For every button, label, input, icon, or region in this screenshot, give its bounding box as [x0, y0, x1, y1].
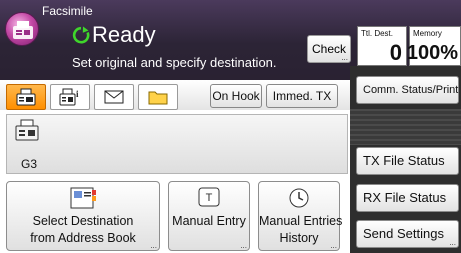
comm-status-print-button[interactable]: Comm. Status/Print [356, 76, 459, 104]
status-text: Ready [92, 22, 156, 47]
line-type-label: G3 [21, 157, 38, 171]
instruction-text: Set original and specify destination. [72, 55, 277, 70]
rx-file-status-label: RX File Status [363, 190, 447, 205]
svg-text:i: i [76, 89, 79, 99]
rx-file-status-button[interactable]: RX File Status [356, 184, 459, 212]
tx-file-status-button[interactable]: TX File Status [356, 147, 459, 175]
on-hook-button[interactable]: On Hook [210, 84, 262, 108]
more-dots-icon: ... [330, 241, 337, 250]
total-destinations-value: 0 [389, 40, 402, 65]
envelope-icon [104, 90, 124, 104]
select-destination-line2: from Address Book [30, 231, 136, 245]
manual-entries-history-line2: History [279, 231, 319, 245]
ready-status-icon [72, 26, 90, 44]
memory-value: 100% [406, 42, 458, 64]
total-destinations-counter: Ttl. Dest. 0 [357, 26, 407, 66]
clock-icon [289, 188, 309, 208]
svg-text:T: T [206, 192, 213, 204]
comm-status-print-label: Comm. Status/Print [363, 84, 459, 96]
manual-entry-button[interactable]: T Manual Entry ... [168, 181, 250, 251]
immediate-tx-button[interactable]: Immed. TX [266, 84, 338, 108]
fax-info-icon: i [59, 88, 79, 106]
tab-fax-machine[interactable] [6, 84, 46, 110]
destination-display[interactable]: G3 [6, 114, 348, 174]
more-dots-icon: ... [341, 53, 348, 62]
send-settings-label: Send Settings [363, 226, 444, 241]
right-panel: Comm. Status/Print TX File Status RX Fil… [350, 66, 461, 253]
tab-folder[interactable] [138, 84, 178, 110]
select-destination-line1: Select Destination [32, 214, 134, 228]
fax-machine-icon [15, 119, 39, 141]
manual-entries-history-button[interactable]: Manual Entries History ... [258, 181, 343, 251]
check-button[interactable]: Check ... [307, 35, 351, 63]
more-dots-icon: ... [449, 238, 456, 247]
on-hook-label: On Hook [212, 89, 260, 103]
panel-divider [350, 109, 461, 145]
memory-counter: Memory 100% [406, 26, 461, 66]
folder-icon [148, 91, 168, 105]
tx-file-status-label: TX File Status [363, 153, 445, 168]
keyboard-key-icon: T [198, 187, 220, 207]
more-dots-icon: ... [240, 241, 247, 250]
tab-fax-info[interactable]: i [50, 84, 90, 110]
more-dots-icon: ... [150, 241, 157, 250]
address-book-icon [70, 187, 96, 209]
select-destination-address-book-button[interactable]: Select Destination from Address Book ... [6, 181, 160, 251]
fax-machine-icon [16, 88, 36, 106]
app-title: Facsimile [42, 4, 93, 18]
total-destinations-label: Ttl. Dest. [361, 29, 394, 38]
send-settings-button[interactable]: Send Settings ... [356, 220, 459, 248]
tab-bar: i On Hook Immed. TX [0, 80, 350, 110]
manual-entry-label: Manual Entry [172, 214, 246, 228]
manual-entries-history-line1: Manual Entries [259, 214, 343, 228]
memory-label: Memory [413, 29, 442, 38]
fax-app-icon [5, 12, 39, 46]
immediate-tx-label: Immed. TX [272, 89, 332, 103]
tab-email[interactable] [94, 84, 134, 110]
